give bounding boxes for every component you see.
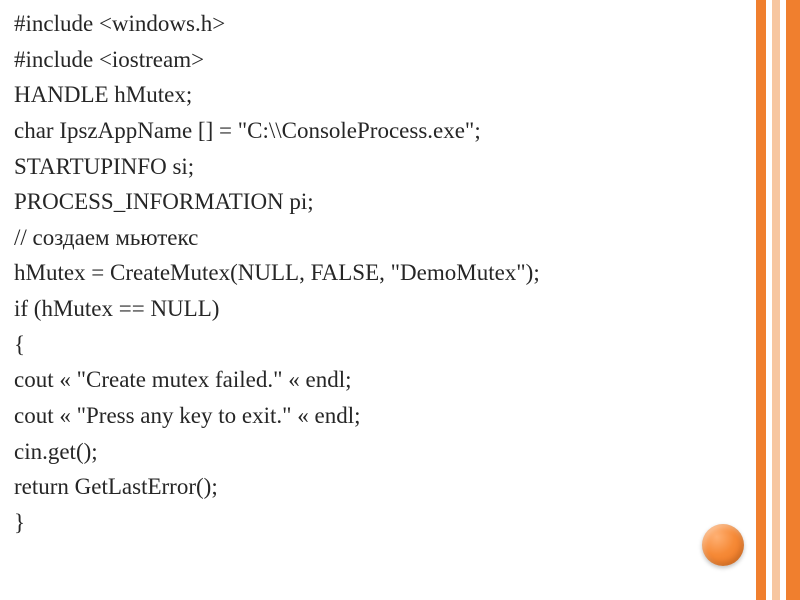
decor-stripe [766, 0, 772, 600]
code-line: } [14, 505, 740, 541]
code-line: char IpszAppName [] = "C:\\ConsoleProces… [14, 113, 740, 149]
code-line: #include <windows.h> [14, 6, 740, 42]
code-line: hMutex = CreateMutex(NULL, FALSE, "DemoM… [14, 255, 740, 291]
decor-stripe [772, 0, 780, 600]
code-line: if (hMutex == NULL) [14, 291, 740, 327]
next-slide-button[interactable] [702, 524, 744, 566]
code-line: PROCESS_INFORMATION pi; [14, 184, 740, 220]
code-line: cout « "Create mutex failed." « endl; [14, 362, 740, 398]
slide: #include <windows.h> #include <iostream>… [0, 0, 800, 600]
code-line: HANDLE hMutex; [14, 77, 740, 113]
decor-stripe [756, 0, 766, 600]
decor-stripe [786, 0, 800, 600]
code-line: return GetLastError(); [14, 469, 740, 505]
code-line: cin.get(); [14, 434, 740, 470]
code-line: cout « "Press any key to exit." « endl; [14, 398, 740, 434]
code-line: #include <iostream> [14, 42, 740, 78]
code-block: #include <windows.h> #include <iostream>… [14, 6, 740, 594]
code-line: // создаем мьютекс [14, 220, 740, 256]
code-line: STARTUPINFO si; [14, 149, 740, 185]
decor-stripe [780, 0, 786, 600]
code-line: { [14, 327, 740, 363]
